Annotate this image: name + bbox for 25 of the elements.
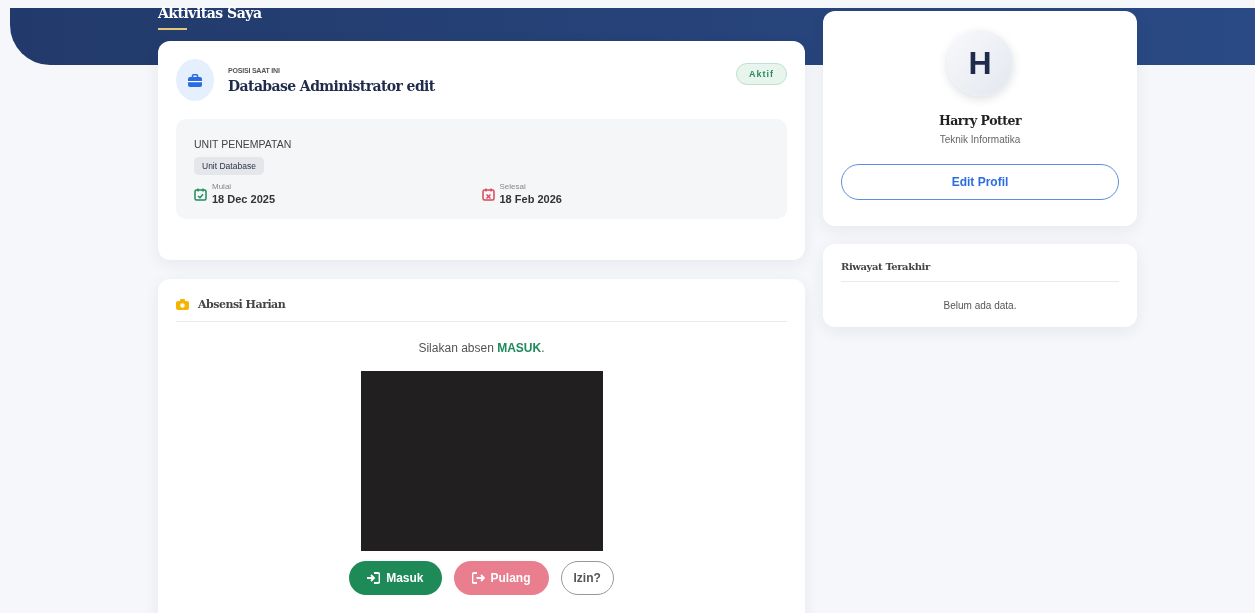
check-in-button[interactable]: Masuk bbox=[349, 561, 442, 595]
unit-tag: Unit Database bbox=[194, 157, 264, 175]
position-title: Database Administrator edit bbox=[228, 77, 436, 94]
card-title: Absensi Harian bbox=[198, 298, 286, 311]
leave-button[interactable]: Izin? bbox=[560, 561, 614, 595]
date-label: Mulai bbox=[212, 182, 233, 191]
briefcase-icon bbox=[188, 73, 202, 87]
avatar: H bbox=[947, 30, 1013, 96]
page-title: Aktivitas Saya bbox=[158, 5, 262, 30]
sign-in-icon bbox=[367, 572, 381, 584]
camera-icon bbox=[176, 299, 189, 310]
edit-profile-button[interactable]: Edit Profil bbox=[841, 164, 1119, 200]
card-title: Riwayat Terakhir bbox=[841, 261, 1119, 282]
prompt-text: Silakan absen MASUK. bbox=[417, 341, 546, 355]
date-label: Selesai bbox=[499, 182, 527, 191]
sign-out-icon bbox=[471, 572, 485, 584]
status-badge: Aktif bbox=[736, 63, 787, 85]
date-value: 18 Feb 2026 bbox=[499, 193, 562, 205]
unit-label: UNIT PENEMPATAN bbox=[194, 138, 293, 150]
profile-name: Harry Potter bbox=[938, 113, 1022, 128]
empty-text: Belum ada data. bbox=[942, 300, 1018, 311]
calendar-x-icon bbox=[481, 188, 495, 201]
calendar-check-icon bbox=[194, 188, 207, 201]
date-value: 18 Dec 2025 bbox=[212, 193, 275, 205]
department-text: Teknik Informatika bbox=[939, 134, 1021, 145]
